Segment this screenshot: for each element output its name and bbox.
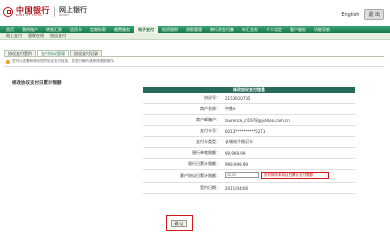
row-label: 协议号： <box>204 95 220 100</box>
row-value: 2153910735 <box>225 95 251 101</box>
main-nav: 首页 我的账户 转账汇款 信用卡 定期存款 缴费服务 电子支付 投资理财 贷款管… <box>0 26 390 33</box>
row-value: 999,999.99 <box>225 161 248 167</box>
row-value: 2011/04/06 <box>225 185 249 191</box>
nav-item-deposit[interactable]: 定期存款 <box>86 26 110 33</box>
row-label: 银行单笔限额： <box>192 150 220 155</box>
row-value: 中铁e <box>225 106 236 111</box>
row-label: 客户协议日累计限额： <box>180 173 220 178</box>
info-row-customer-daily-limit: 客户协议日累计限额： 您可修改本协议日累计支付限额 <box>143 170 355 183</box>
subnav-item-online-payment[interactable]: 网上支付 <box>6 33 22 39</box>
sub-nav: 网上支付 银联在线 协议支付 <box>0 33 390 40</box>
nav-item-investment[interactable]: 投资理财 <box>158 26 182 33</box>
logo-divider <box>54 6 55 17</box>
content-divider <box>4 66 384 67</box>
bank-name-en: BANK OF CHINA <box>16 14 43 17</box>
info-row-card-number: 支付卡号： 6013**********5271 <box>143 126 355 137</box>
row-label: 签约日期： <box>200 185 220 190</box>
info-row-card-type: 支付卡类型： 长城电子借记卡 <box>143 137 355 148</box>
nav-item-fund-collection[interactable]: 跨行资金归集 <box>206 26 238 33</box>
nav-item-forex[interactable]: 外汇业务 <box>238 26 262 33</box>
nav-item-service[interactable]: 客户服务 <box>286 26 310 33</box>
daily-limit-input[interactable] <box>225 172 259 178</box>
row-label: 银行日累计限额： <box>188 161 220 166</box>
nav-item-settings[interactable]: 个人设定 <box>262 26 286 33</box>
product-name-cn: 网上银行 <box>59 6 87 14</box>
info-row-sign-date: 签约日期： 2011/04/06 <box>143 183 355 194</box>
row-value: 长城电子借记卡 <box>225 139 253 144</box>
header: 中国银行 BANK OF CHINA 网上银行 BOCNET English 退… <box>0 0 390 26</box>
language-link[interactable]: English <box>341 12 359 18</box>
nav-item-payment[interactable]: 缴费服务 <box>110 26 134 33</box>
row-value: 99,999.99 <box>225 150 246 156</box>
product-name-en: BOCNET <box>59 14 70 17</box>
info-row-bank-daily-limit: 银行日累计限额： 999,999.99 <box>143 159 355 170</box>
info-row-bank-single-limit: 银行单笔限额： 99,999.99 <box>143 148 355 159</box>
bank-name-cn: 中国银行 <box>16 5 50 15</box>
agreement-info-panel: 修改协议支付信息 协议号： 2153910735 商户名称： 中铁e 商户邮箱户… <box>143 87 355 217</box>
info-row-merchant-name: 商户名称： 中铁e <box>143 104 355 115</box>
row-value: 6013**********5271 <box>225 128 266 134</box>
section-title: 修改协议支付日累计限额 <box>12 81 62 86</box>
info-icon: i <box>6 59 10 64</box>
row-label: 商户邮箱户： <box>196 117 220 122</box>
row-label: 支付卡号： <box>200 128 220 133</box>
confirm-button[interactable]: 确 认 <box>171 220 187 227</box>
subnav-item-agreement-payment[interactable]: 协议支付 <box>50 33 66 39</box>
nav-item-transfer[interactable]: 转账汇款 <box>42 26 66 33</box>
nav-item-my-account[interactable]: 我的账户 <box>18 26 42 33</box>
row-label: 商户名称： <box>200 106 220 111</box>
notice: i 您可以查看和修改您的协议支付信息，并进行解约或修改限额操作。 <box>6 59 117 64</box>
logout-button[interactable]: 退 出 <box>364 9 384 20</box>
nav-item-loans[interactable]: 贷款管理 <box>182 26 206 33</box>
info-row-merchant-email: 商户邮箱户： laurence_cl1978@yahoo.com.cn <box>143 115 355 126</box>
nav-item-home[interactable]: 首页 <box>2 26 18 33</box>
row-value: laurence_cl1978@yahoo.com.cn <box>225 117 290 123</box>
nav-item-e-payment[interactable]: 电子支付 <box>134 26 158 33</box>
limit-hint-callout: 您可修改本协议日累计支付限额 <box>261 172 329 179</box>
info-row-agreement-no: 协议号： 2153910735 <box>143 93 355 104</box>
bank-emblem-icon <box>3 6 13 17</box>
tab-divider <box>4 56 384 57</box>
row-label: 支付卡类型： <box>196 139 220 144</box>
nav-item-credit-card[interactable]: 信用卡 <box>66 26 86 33</box>
confirm-highlight: 确 认 <box>166 215 193 231</box>
nav-item-navigation[interactable]: 功能导航 <box>310 26 334 33</box>
notice-text: 您可以查看和修改您的协议支付信息，并进行解约或修改限额操作。 <box>12 59 117 63</box>
subnav-item-unionpay[interactable]: 银联在线 <box>28 33 44 39</box>
bank-logo[interactable]: 中国银行 BANK OF CHINA 网上银行 BOCNET <box>3 6 87 17</box>
